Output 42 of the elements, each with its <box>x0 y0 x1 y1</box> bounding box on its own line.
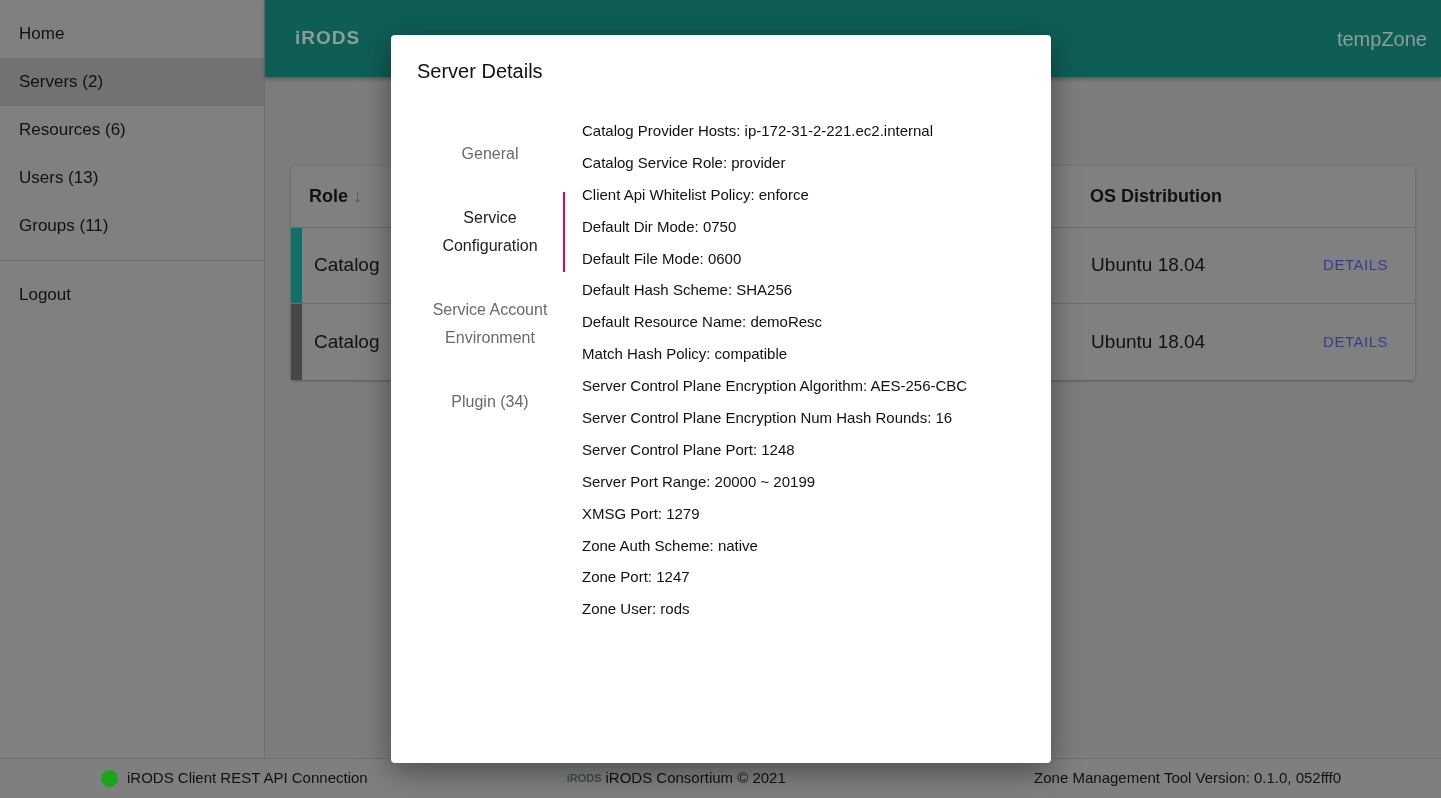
table-cell: Catalog <box>314 330 380 352</box>
column-header[interactable]: OS Distribution <box>1090 183 1415 210</box>
dialog-tab[interactable]: General <box>417 128 565 180</box>
logo: iRODS <box>295 26 361 51</box>
table-cell-text: Ubuntu 18.04 <box>1091 253 1207 278</box>
zone-name: tempZone <box>1336 26 1427 52</box>
dialog-tab[interactable]: Service Account Environment <box>417 284 565 364</box>
property-text: Catalog Service Role: provider <box>582 152 787 173</box>
connection-status: iRODS Client REST API Connection <box>127 768 368 789</box>
property-text: Default Dir Mode: 0750 <box>582 216 738 237</box>
property-text: Server Control Plane Encryption Algorithm: AES-256-CBC <box>582 376 968 397</box>
property-text: Zone User: rods <box>582 599 691 620</box>
sort-arrow-icon: ↓ <box>353 186 362 206</box>
property-text: Default Hash Scheme: SHA256 <box>582 280 794 301</box>
property-text: Catalog Provider Hosts: ip-172-31-2-221.ec2.internal <box>582 121 935 141</box>
property-text: Server Control Plane Encryption Num Hash Rounds: 16 <box>582 408 954 428</box>
property-text: Default Resource Name: demoResc <box>582 312 824 333</box>
table-cell-text: Ubuntu 18.04 <box>1091 329 1207 354</box>
dialog-tab[interactable]: Plugin (34) <box>417 376 565 428</box>
version-text: Zone Management Tool Version: 0.1.0, 052fff0 <box>1034 768 1341 789</box>
property-text: Match Hash Policy: compatible <box>582 344 789 365</box>
dialog-tab[interactable]: Service Configuration <box>417 192 565 272</box>
property-text: Zone Auth Scheme: native <box>582 535 759 556</box>
copyright-text: iRODS Consortium © 2021 <box>605 768 786 789</box>
property-text: Zone Port: 1247 <box>582 567 691 588</box>
table-cell: Catalog <box>314 254 380 276</box>
property-text: Client Api Whitelist Policy: enforce <box>582 184 810 205</box>
footer-logo: iRODS <box>566 771 602 787</box>
property-text: Server Control Plane Port: 1248 <box>582 439 796 460</box>
sidebar-item[interactable]: Resources (6) <box>0 106 264 154</box>
property-text: XMSG Port: 1279 <box>582 503 701 524</box>
property-text: Server Port Range: 20000 ~ 20199 <box>582 471 817 492</box>
details-button[interactable]: DETAILS <box>1323 330 1388 354</box>
details-button[interactable]: DETAILS <box>1323 254 1388 277</box>
dialog-title: Server Details <box>417 59 544 83</box>
logout-link[interactable]: Logout <box>0 271 264 319</box>
sidebar-item[interactable]: Users (13) <box>0 154 264 202</box>
column-header[interactable]: Role <box>309 186 353 206</box>
sidebar-item[interactable]: Home <box>0 10 264 58</box>
sidebar-item[interactable]: Groups (11) <box>0 202 264 250</box>
sidebar-item[interactable]: Servers (2) <box>0 58 264 106</box>
property-text: Default File Mode: 0600 <box>582 248 743 269</box>
